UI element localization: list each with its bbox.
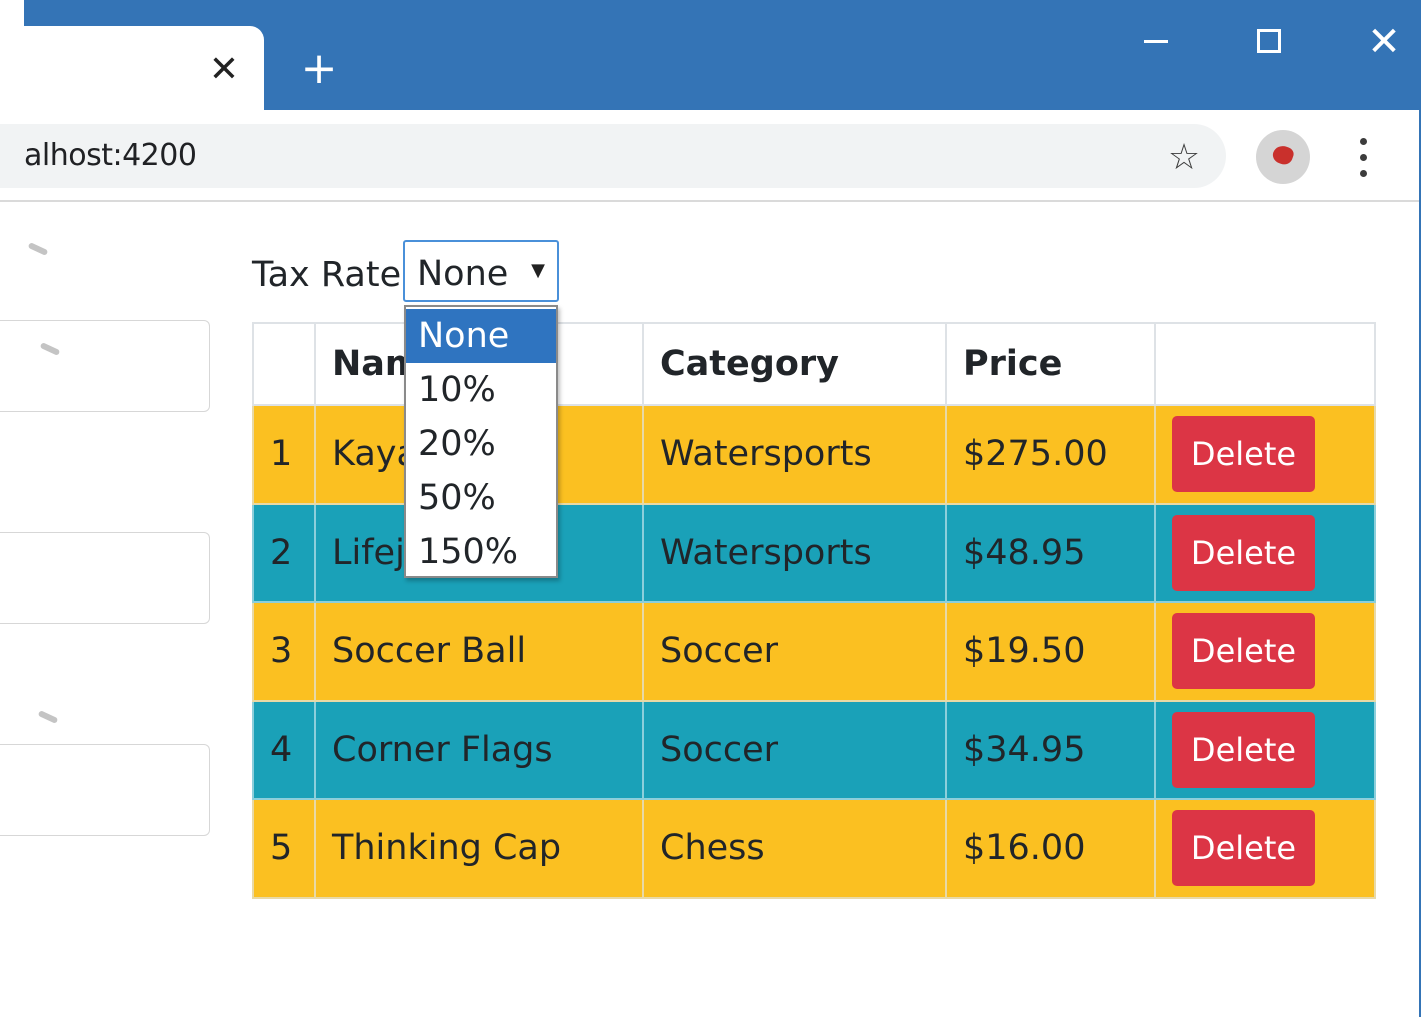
- maximize-icon: [1257, 29, 1281, 53]
- cell-category: Soccer: [642, 699, 947, 800]
- new-tab-button[interactable]: +: [296, 46, 342, 92]
- caret-down-icon: ▼: [531, 260, 545, 281]
- url-text[interactable]: alhost:4200: [24, 136, 197, 176]
- more-vert-icon[interactable]: [1352, 134, 1376, 182]
- cell-category: Watersports: [642, 404, 947, 505]
- tax-option-50[interactable]: 50%: [406, 471, 556, 525]
- minimize-icon: [1144, 40, 1168, 43]
- cell-price: $275.00: [945, 404, 1156, 505]
- tax-rate-label: Tax Rate:: [252, 255, 413, 295]
- star-icon[interactable]: ☆: [1162, 136, 1206, 180]
- header-category: Category: [642, 322, 947, 406]
- tab-close-icon[interactable]: ✕: [202, 50, 246, 90]
- cell-price: $19.50: [945, 601, 1156, 702]
- cell-action: Delete: [1154, 699, 1376, 800]
- tax-rate-selected-value: None: [417, 254, 509, 294]
- form-input-1[interactable]: [0, 320, 210, 412]
- window-close-button[interactable]: ✕: [1354, 18, 1414, 66]
- delete-button[interactable]: Delete: [1172, 613, 1315, 690]
- cell-name: Thinking Cap: [314, 798, 644, 899]
- header-price: Price: [945, 322, 1156, 406]
- cell-price: $48.95: [945, 502, 1156, 603]
- cell-action: Delete: [1154, 798, 1376, 899]
- delete-button[interactable]: Delete: [1172, 416, 1315, 493]
- form-input-2[interactable]: [0, 532, 210, 624]
- delete-button[interactable]: Delete: [1172, 514, 1315, 591]
- browser-toolbar: alhost:4200 ☆: [0, 110, 1421, 202]
- avatar-icon[interactable]: [1256, 130, 1310, 184]
- browser-tab[interactable]: ✕: [24, 26, 264, 110]
- cell-id: 3: [252, 601, 316, 702]
- tax-option-20[interactable]: 20%: [406, 417, 556, 471]
- cell-category: Soccer: [642, 601, 947, 702]
- cell-name: Corner Flags: [314, 699, 644, 800]
- delete-button[interactable]: Delete: [1172, 810, 1315, 887]
- address-bar[interactable]: alhost:4200: [0, 124, 1226, 188]
- table-row: 5 Thinking Cap Chess $16.00 Delete: [252, 798, 1376, 899]
- minimize-button[interactable]: [1126, 18, 1186, 66]
- cell-action: Delete: [1154, 601, 1376, 702]
- table-row: 3 Soccer Ball Soccer $19.50 Delete: [252, 601, 1376, 702]
- cell-name: Soccer Ball: [314, 601, 644, 702]
- cell-id: 2: [252, 502, 316, 603]
- cell-id: 5: [252, 798, 316, 899]
- form-input-3[interactable]: [0, 744, 210, 836]
- cell-id: 4: [252, 699, 316, 800]
- maximize-button[interactable]: [1240, 18, 1300, 66]
- cell-action: Delete: [1154, 502, 1376, 603]
- tax-option-none[interactable]: None: [406, 309, 556, 363]
- tax-rate-select[interactable]: None ▼: [403, 240, 559, 302]
- page-content: Tax Rate: None ▼ Name Category Price 1 K…: [0, 204, 1421, 1017]
- tax-rate-dropdown-list: None 10% 20% 50% 150%: [404, 305, 558, 578]
- cell-category: Watersports: [642, 502, 947, 603]
- tax-option-10[interactable]: 10%: [406, 363, 556, 417]
- delete-button[interactable]: Delete: [1172, 711, 1315, 788]
- tax-option-150[interactable]: 150%: [406, 525, 556, 579]
- cell-action: Delete: [1154, 404, 1376, 505]
- label-fragment: [37, 710, 59, 724]
- cell-price: $34.95: [945, 699, 1156, 800]
- browser-titlebar: ✕ + ✕: [24, 0, 1421, 110]
- bird-icon: [1270, 143, 1296, 167]
- table-row: 4 Corner Flags Soccer $34.95 Delete: [252, 699, 1376, 800]
- label-fragment: [27, 242, 49, 256]
- cell-category: Chess: [642, 798, 947, 899]
- cell-price: $16.00: [945, 798, 1156, 899]
- cell-id: 1: [252, 404, 316, 505]
- header-id: [252, 322, 316, 406]
- header-actions: [1154, 322, 1376, 406]
